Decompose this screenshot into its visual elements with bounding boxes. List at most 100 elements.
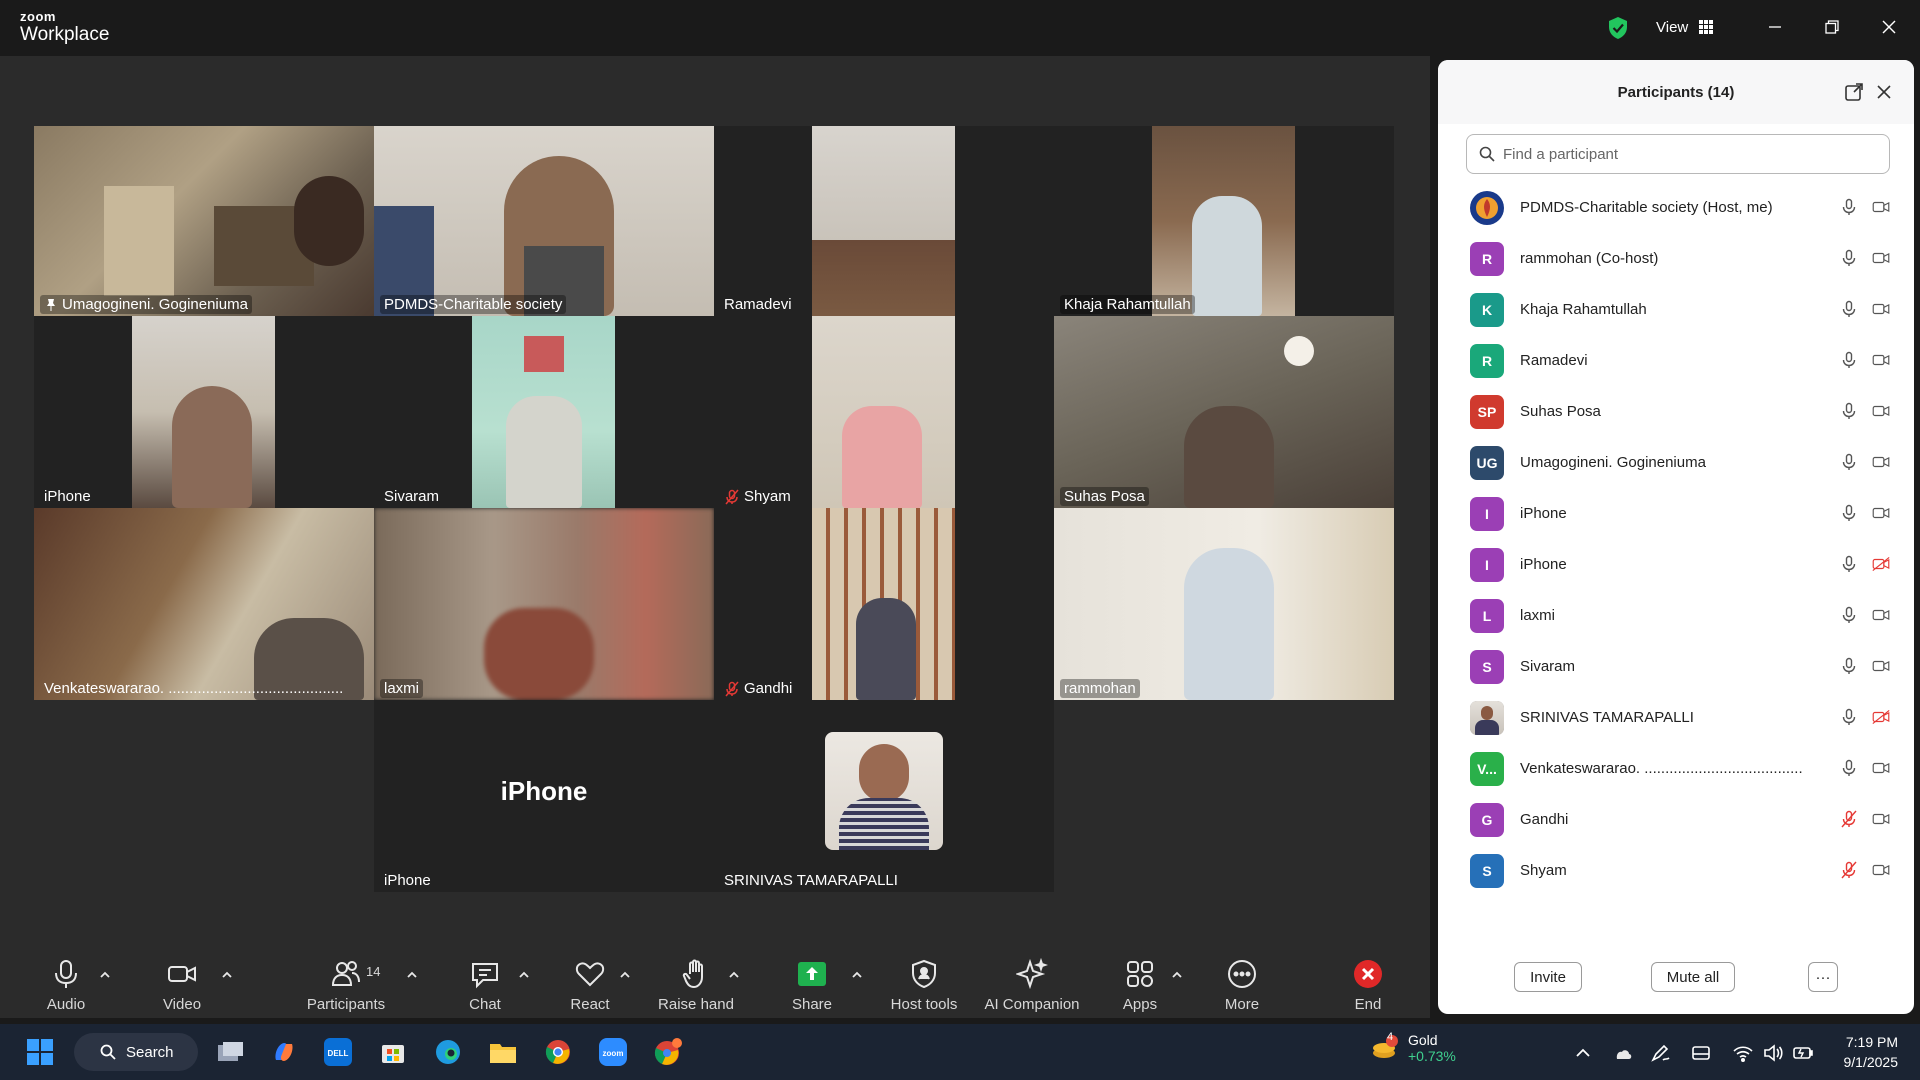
view-button[interactable]: View [1640,10,1740,44]
video-camera-icon[interactable] [1872,453,1890,476]
system-clock[interactable]: 7:19 PM 9/1/2025 [1844,1032,1899,1072]
microphone-icon[interactable] [1840,555,1858,578]
participant-row[interactable]: PDMDS-Charitable society (Host, me) [1438,182,1914,233]
taskbar-search[interactable]: Search [74,1033,198,1071]
windows-start-icon[interactable] [22,1034,58,1070]
mute-all-button[interactable]: Mute all [1651,962,1735,992]
react-button[interactable]: React [560,956,620,1018]
gold-price-widget[interactable]: 4 Gold +0.73% [1370,1031,1456,1064]
host-tools-button[interactable]: Host tools [884,956,964,1018]
microphone-icon[interactable] [1840,300,1858,323]
video-off-icon[interactable] [1872,708,1890,731]
participant-row[interactable]: SP Suhas Posa [1438,386,1914,437]
participant-row[interactable]: Llaxmi [1438,590,1914,641]
video-tile[interactable]: Venkateswararao. .......................… [34,508,374,700]
video-camera-icon[interactable] [1872,810,1890,833]
show-hidden-icons-chevron-icon[interactable] [1572,1042,1594,1064]
more-options-button[interactable]: ··· [1808,962,1838,992]
video-camera-icon[interactable] [1872,861,1890,884]
copilot-icon[interactable] [266,1034,302,1070]
volume-icon[interactable] [1762,1042,1784,1064]
microphone-icon[interactable] [1840,606,1858,629]
video-camera-icon[interactable] [1872,504,1890,527]
video-camera-icon[interactable] [1872,657,1890,680]
participant-row[interactable]: UG Umagogineni. Gogineniuma [1438,437,1914,488]
share-options-chevron-icon[interactable] [850,968,864,982]
video-camera-icon[interactable] [1872,759,1890,782]
microphone-icon[interactable] [1840,351,1858,374]
video-tile[interactable]: iPhone [34,316,374,508]
battery-icon[interactable] [1792,1042,1814,1064]
ai-companion-button[interactable]: AI Companion [980,956,1084,1018]
invite-button[interactable]: Invite [1514,962,1582,992]
raise-hand-options-chevron-icon[interactable] [727,968,741,982]
video-off-icon[interactable] [1872,555,1890,578]
file-explorer-icon[interactable] [485,1034,521,1070]
microphone-icon[interactable] [1840,198,1858,221]
microphone-icon[interactable] [1840,504,1858,527]
end-meeting-button[interactable]: End [1338,956,1398,1018]
chrome-icon[interactable] [540,1034,576,1070]
microphone-icon[interactable] [1840,759,1858,782]
battery-saver-icon[interactable] [1690,1042,1712,1064]
audio-options-chevron-icon[interactable] [98,968,112,982]
video-tile[interactable]: Umagogineni. Gogineniuma [34,126,374,316]
search-input[interactable] [1503,145,1883,163]
close-panel-icon[interactable] [1874,82,1894,102]
video-tile[interactable]: iPhone iPhone [374,700,714,892]
security-shield-icon[interactable] [1607,16,1629,40]
microphone-icon[interactable] [1840,249,1858,272]
video-camera-icon[interactable] [1872,300,1890,323]
chat-options-chevron-icon[interactable] [517,968,531,982]
video-tile[interactable]: Sivaram [374,316,714,508]
video-options-chevron-icon[interactable] [220,968,234,982]
minimize-button[interactable] [1758,12,1792,42]
zoom-app-icon[interactable]: zoom [595,1034,631,1070]
share-button[interactable]: Share [782,956,842,1018]
react-options-chevron-icon[interactable] [618,968,632,982]
onedrive-cloud-icon[interactable] [1612,1042,1634,1064]
microphone-icon[interactable] [1840,657,1858,680]
more-button[interactable]: More [1212,956,1272,1018]
participant-row[interactable]: V... Venkateswararao. ...................… [1438,743,1914,794]
chat-button[interactable]: Chat [455,956,515,1018]
participant-row[interactable]: S Sivaram [1438,641,1914,692]
participant-row[interactable]: Rrammohan (Co-host) [1438,233,1914,284]
participant-row[interactable]: K Khaja Rahamtullah [1438,284,1914,335]
restore-button[interactable] [1815,12,1849,42]
video-tile[interactable]: PDMDS-Charitable society [374,126,714,316]
participant-row[interactable]: SRINIVAS TAMARAPALLI [1438,692,1914,743]
mic-muted-icon[interactable] [1840,810,1858,833]
video-camera-icon[interactable] [1872,198,1890,221]
apps-button[interactable]: Apps [1110,956,1170,1018]
participant-search[interactable] [1466,134,1890,174]
participant-row[interactable]: IiPhone [1438,539,1914,590]
participant-row[interactable]: S Shyam [1438,845,1914,896]
participants-options-chevron-icon[interactable] [405,968,419,982]
video-camera-icon[interactable] [1872,351,1890,374]
wifi-icon[interactable] [1732,1042,1754,1064]
video-tile[interactable]: Khaja Rahamtullah [1054,126,1394,316]
apps-options-chevron-icon[interactable] [1170,968,1184,982]
video-camera-icon[interactable] [1872,606,1890,629]
video-camera-icon[interactable] [1872,402,1890,425]
video-camera-icon[interactable] [1872,249,1890,272]
popout-icon[interactable] [1844,82,1864,102]
edge-browser-icon[interactable] [430,1034,466,1070]
close-window-button[interactable] [1872,12,1906,42]
microphone-icon[interactable] [1840,708,1858,731]
video-tile[interactable]: Ramadevi [714,126,1054,316]
mic-muted-icon[interactable] [1840,861,1858,884]
video-tile[interactable]: Gandhi [714,508,1054,700]
audio-button[interactable]: Audio [36,956,96,1018]
dell-icon[interactable]: DELL [320,1034,356,1070]
participant-row[interactable]: R Ramadevi [1438,335,1914,386]
video-tile[interactable]: laxmi [374,508,714,700]
task-view-icon[interactable] [212,1034,248,1070]
video-tile[interactable]: rammohan [1054,508,1394,700]
video-tile[interactable]: Suhas Posa [1054,316,1394,508]
participant-row[interactable]: G Gandhi [1438,794,1914,845]
pen-input-icon[interactable] [1650,1042,1672,1064]
microphone-icon[interactable] [1840,453,1858,476]
microphone-icon[interactable] [1840,402,1858,425]
